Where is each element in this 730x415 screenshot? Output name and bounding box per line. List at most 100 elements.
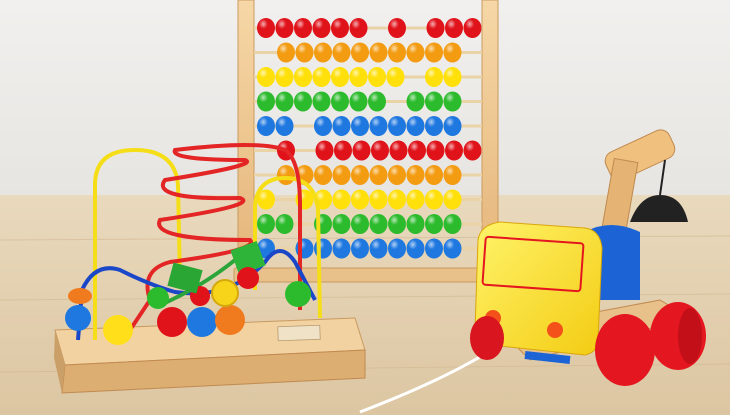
abacus-bead-shine — [445, 140, 463, 161]
abacus-bead-shine — [277, 42, 295, 63]
abacus-bead-shine — [257, 116, 275, 136]
truck-wheel-front-left — [470, 316, 504, 360]
abacus-bead-shine — [388, 42, 406, 63]
abacus-bead-shine — [368, 91, 386, 112]
abacus-bead-shine — [425, 91, 443, 112]
abacus-bead-shine — [369, 165, 388, 185]
abacus-bead-shine — [406, 116, 425, 136]
maze-bead-green — [285, 281, 311, 307]
abacus-bead-shine — [443, 67, 462, 87]
abacus-bead-shine — [443, 238, 462, 259]
abacus-bead-shine — [312, 67, 331, 87]
abacus-bead-shine — [349, 91, 368, 112]
abacus-bead-shine — [369, 116, 388, 136]
abacus-bead-shine — [332, 238, 351, 259]
abacus-bead-shine — [425, 42, 443, 63]
abacus-bead-shine — [406, 214, 425, 234]
abacus-bead-shine — [371, 140, 389, 161]
maze-bead-red-arch — [237, 267, 259, 289]
abacus-bead-shine — [388, 165, 406, 185]
maze-bead-orange — [215, 305, 245, 335]
abacus-bead-shine — [351, 165, 369, 185]
abacus-bead-shine — [406, 238, 425, 259]
abacus-bead-shine — [406, 42, 425, 63]
abacus-bead-shine — [426, 18, 445, 38]
abacus-bead-shine — [275, 67, 294, 87]
abacus-bead-shine — [275, 91, 294, 112]
abacus-bead-shine — [388, 18, 406, 38]
abacus-bead-shine — [351, 42, 369, 63]
abacus-bead-shine — [332, 214, 351, 234]
abacus-bead-shine — [295, 42, 314, 63]
abacus-bead-shine — [312, 18, 331, 38]
truck-axle-blue — [524, 351, 571, 364]
abacus-bead-shine — [331, 91, 349, 112]
abacus-bead-shine — [352, 140, 371, 161]
abacus-bead-shine — [425, 67, 443, 87]
abacus-bead-shine — [388, 189, 406, 210]
abacus-bead-shine — [277, 165, 295, 185]
abacus-bead-shine — [443, 42, 462, 63]
truck-headlight-right — [547, 322, 563, 338]
abacus-bead-shine — [425, 165, 443, 185]
abacus-bead-shine — [314, 42, 332, 63]
abacus-bead-shine — [425, 238, 443, 259]
abacus-bead-shine — [351, 189, 369, 210]
abacus-bead-shine — [257, 18, 275, 38]
abacus-bead-shine — [386, 67, 405, 87]
abacus-bead-shine — [463, 140, 482, 161]
abacus-bead-shine — [369, 189, 388, 210]
abacus-bead-shine — [443, 165, 462, 185]
abacus-bead-shine — [406, 189, 425, 210]
abacus-bead-shine — [349, 67, 368, 87]
abacus-bead-shine — [445, 18, 463, 38]
abacus-bead-shine — [406, 165, 425, 185]
abacus-bead-shine — [312, 91, 331, 112]
abacus-bead-shine — [408, 140, 426, 161]
abacus-bead-shine — [294, 67, 312, 87]
abacus-base — [233, 267, 503, 283]
abacus-bead-shine — [463, 18, 482, 38]
maze-bead-blue-2 — [187, 307, 217, 337]
maze-label — [277, 324, 321, 342]
abacus-bead-shine — [294, 18, 312, 38]
abacus-bead-shine — [349, 18, 368, 38]
abacus-bead-shine — [369, 214, 388, 234]
abacus-bead-shine — [314, 165, 332, 185]
abacus-bead-shine — [332, 116, 351, 136]
abacus-bead-shine — [351, 238, 369, 259]
abacus-bead-shine — [426, 140, 445, 161]
abacus-bead-shine — [388, 116, 406, 136]
abacus-bead-shine — [443, 214, 462, 234]
abacus-bead-shine — [315, 140, 334, 161]
abacus-bead-shine — [331, 67, 349, 87]
abacus-bead-shine — [369, 42, 388, 63]
abacus-bead-shine — [334, 140, 352, 161]
abacus-bead-shine — [332, 42, 351, 63]
abacus-bead-shine — [275, 116, 294, 136]
toy-scene — [0, 0, 730, 415]
abacus-bead-shine — [275, 18, 294, 38]
abacus-bead-shine — [332, 189, 351, 210]
abacus-bead-shine — [257, 91, 275, 112]
abacus-bead-shine — [275, 214, 294, 234]
abacus-bead-shine — [443, 91, 462, 112]
maze-bead-yellow — [103, 315, 133, 345]
maze-bead-green-small — [147, 287, 169, 309]
abacus-bead-shine — [331, 18, 349, 38]
abacus-bead-shine — [388, 214, 406, 234]
abacus-bead-shine — [332, 165, 351, 185]
abacus-bead-shine — [351, 214, 369, 234]
truck-wheel-front-right — [595, 314, 655, 386]
abacus-bead-shine — [257, 214, 275, 234]
abacus-bead-shine — [425, 214, 443, 234]
abacus-bead-shine — [351, 116, 369, 136]
abacus-bead-shine — [389, 140, 408, 161]
abacus-bead-shine — [443, 116, 462, 136]
abacus-bead-shine — [425, 189, 443, 210]
abacus-bead-shine — [314, 116, 332, 136]
abacus-bead-shine — [369, 238, 388, 259]
truck-wheel-hub — [678, 308, 702, 364]
abacus-bead-shine — [388, 238, 406, 259]
abacus-bead-shine — [368, 67, 386, 87]
